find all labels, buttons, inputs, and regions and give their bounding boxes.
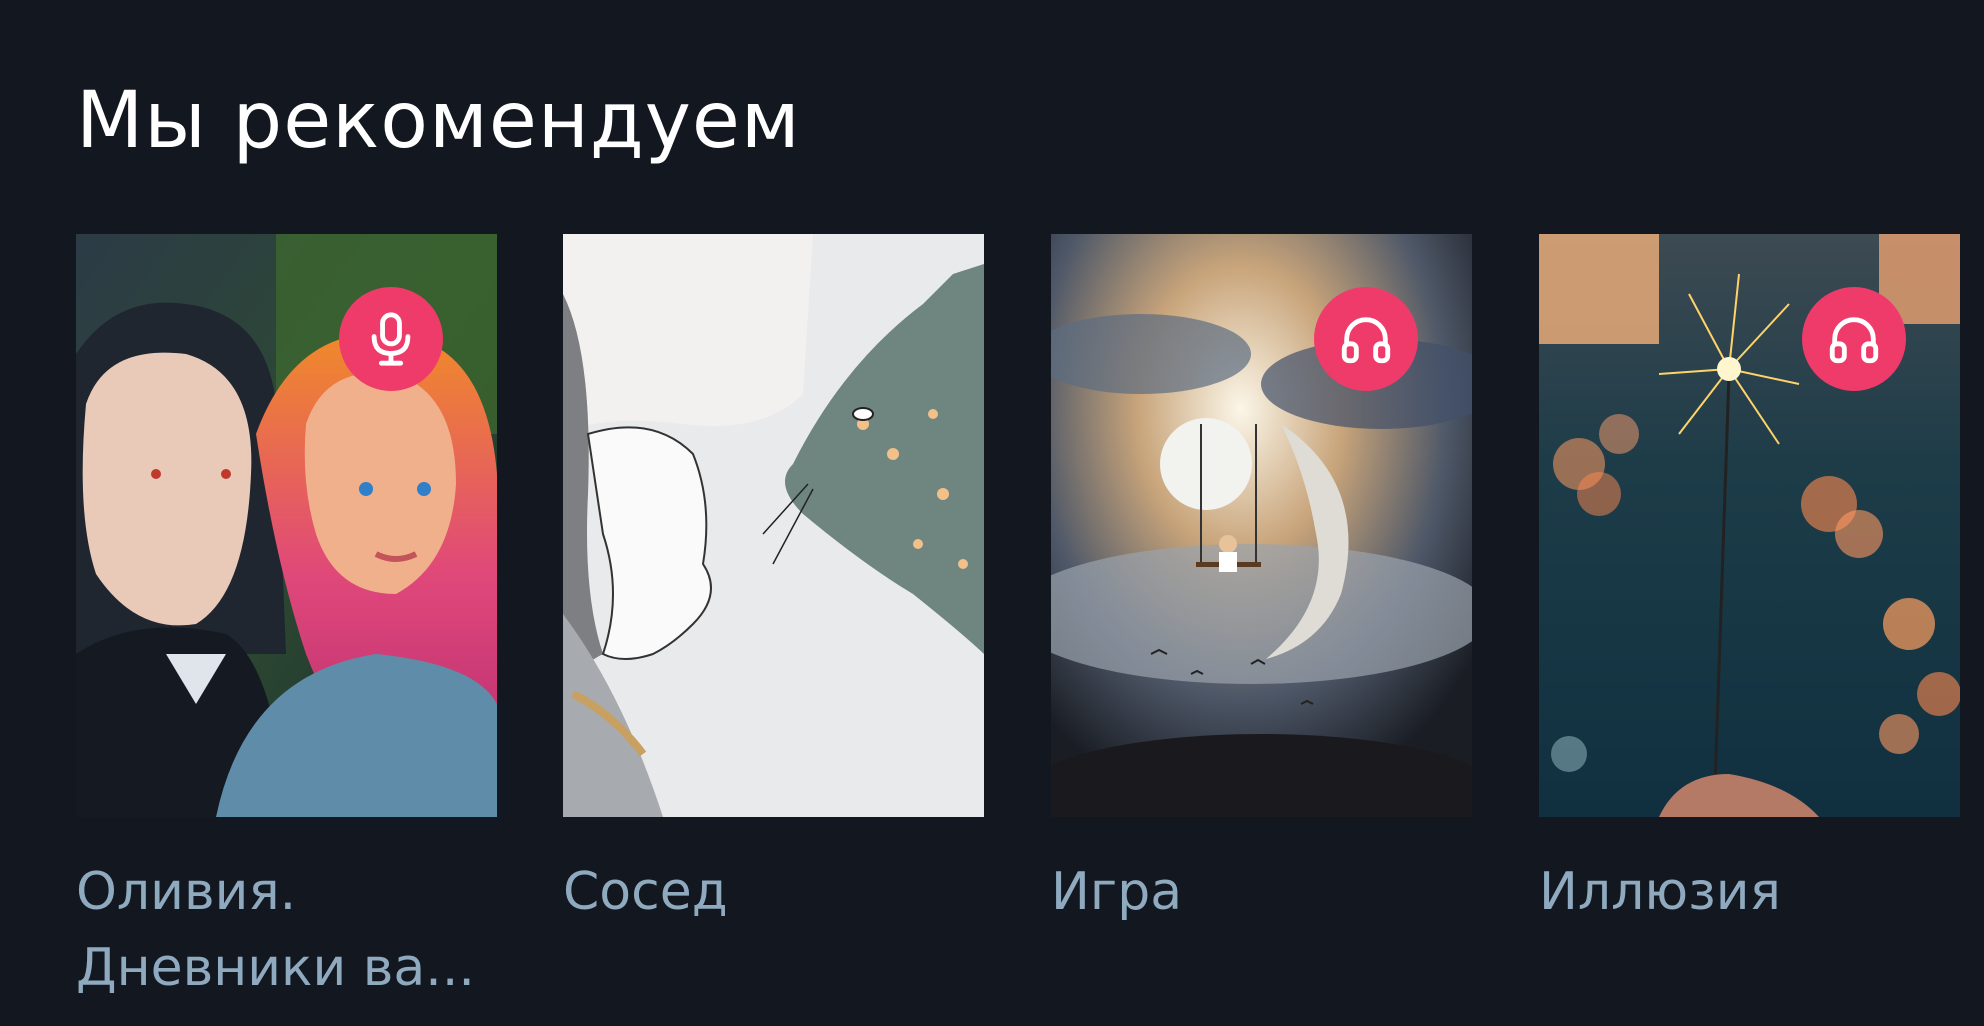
book-cover[interactable]: [1051, 234, 1472, 817]
cover-illustration-girl-and-cat: [563, 234, 984, 817]
book-title[interactable]: Сосед: [563, 854, 984, 930]
section-title: Мы рекомендуем: [76, 76, 801, 166]
audio-badge: [1802, 287, 1906, 391]
book-cover[interactable]: [76, 234, 497, 817]
audio-badge: [339, 287, 443, 391]
book-title[interactable]: Оливия. Дневники ва...: [76, 854, 497, 1006]
book-title[interactable]: Игра: [1051, 854, 1472, 930]
microphone-icon: [371, 312, 411, 366]
book-cover[interactable]: [1539, 234, 1960, 817]
book-cover[interactable]: [563, 234, 984, 817]
recommendations-carousel[interactable]: Оливия. Дневники ва... Сосед Игра Иллюзи…: [76, 234, 1984, 1026]
book-title[interactable]: Иллюзия: [1539, 854, 1960, 930]
headphones-icon: [1341, 317, 1391, 364]
headphones-icon: [1829, 317, 1879, 364]
audio-badge: [1314, 287, 1418, 391]
